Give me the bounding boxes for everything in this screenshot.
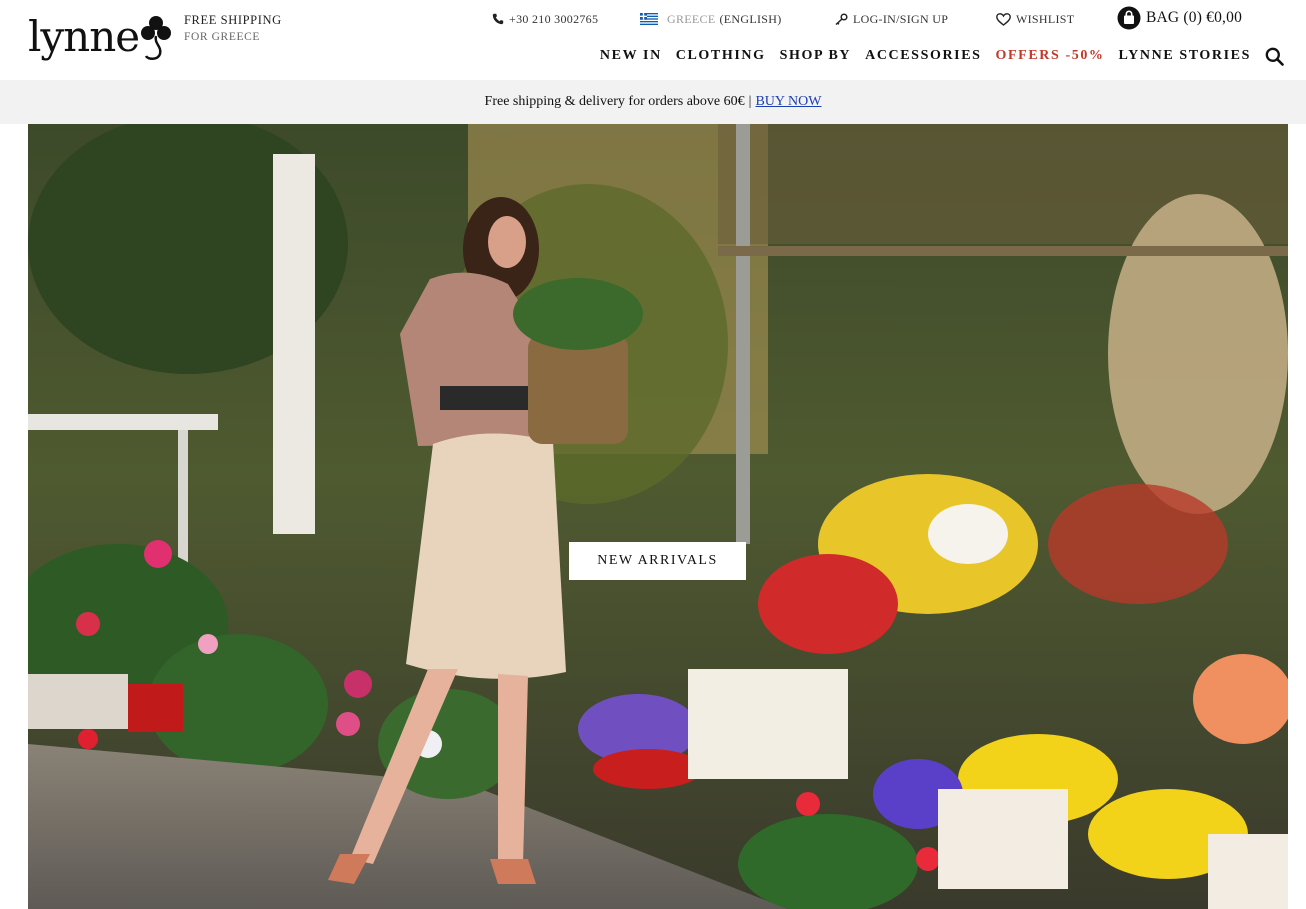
phone-number: +30 210 3002765: [509, 11, 599, 26]
promo-banner: Free shipping & delivery for orders abov…: [0, 80, 1306, 124]
brand-logo[interactable]: lynne: [28, 14, 173, 68]
nav-clothing[interactable]: CLOTHING: [676, 48, 766, 64]
promo-text: Free shipping & delivery for orders abov…: [484, 94, 745, 109]
country-name: GREECE: [667, 11, 716, 26]
country-selector[interactable]: GREECE (ENGLISH): [640, 9, 782, 29]
bag-summary: BAG (0) €0,00: [1146, 9, 1243, 26]
greece-flag-icon: [640, 13, 658, 25]
bag-icon: [1117, 6, 1141, 30]
search-icon: [1265, 47, 1284, 66]
search-button[interactable]: [1265, 47, 1284, 66]
nav-lynne-stories[interactable]: LYNNE STORIES: [1119, 48, 1251, 64]
nav-offers[interactable]: OFFERS -50%: [996, 48, 1105, 64]
key-icon: [835, 13, 848, 25]
main-navigation: NEW IN CLOTHING SHOP BY ACCESSORIES OFFE…: [586, 46, 1284, 66]
language-name: (ENGLISH): [719, 11, 782, 26]
clover-logo-icon: [141, 16, 171, 60]
heart-icon: [996, 12, 1011, 26]
login-link[interactable]: LOG-IN/SIGN UP: [834, 9, 948, 29]
logo-wordmark: lynne: [28, 12, 140, 61]
hero-image: [28, 124, 1288, 909]
phone-link[interactable]: +30 210 3002765: [492, 9, 598, 29]
login-label: LOG-IN/SIGN UP: [853, 11, 949, 26]
phone-icon: [492, 13, 504, 25]
nav-shop-by[interactable]: SHOP BY: [780, 48, 852, 64]
buy-now-link[interactable]: BUY NOW: [755, 94, 821, 110]
site-header: lynne FREE SHIPPING FOR GREECE +30 210 3…: [0, 0, 1306, 80]
new-arrivals-button[interactable]: NEW ARRIVALS: [569, 542, 746, 580]
wishlist-label: WISHLIST: [1016, 11, 1075, 26]
promo-separator: |: [748, 94, 752, 109]
nav-accessories[interactable]: ACCESSORIES: [865, 48, 981, 64]
hero-banner[interactable]: NEW ARRIVALS: [28, 124, 1288, 909]
wishlist-link[interactable]: WISHLIST: [996, 9, 1074, 29]
shipping-subtitle: FOR GREECE: [184, 31, 260, 43]
shipping-title: FREE SHIPPING: [184, 13, 282, 27]
free-shipping-note: FREE SHIPPING FOR GREECE: [184, 12, 282, 46]
bag-link[interactable]: BAG (0) €0,00: [1117, 6, 1242, 30]
nav-new-in[interactable]: NEW IN: [600, 48, 662, 64]
